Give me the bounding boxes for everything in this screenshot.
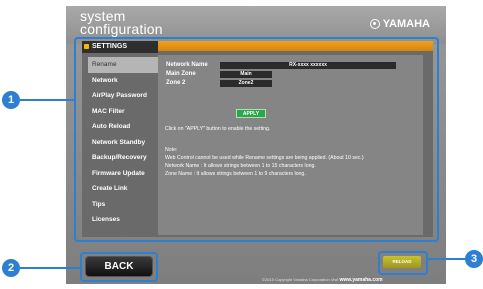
callout-box-reload (378, 251, 428, 275)
yamaha-tuning-fork-icon (369, 19, 380, 29)
callout-box-settings (74, 37, 439, 242)
callout-marker-2: 2 (2, 259, 20, 277)
callout-marker-3: 3 (465, 250, 483, 268)
callout-box-back (80, 252, 158, 282)
copyright-notice: ©2015 Copyright Yamaha Corporation Visit (262, 277, 339, 282)
callout-marker-1: 1 (2, 91, 20, 109)
callout-leader-1 (20, 99, 76, 101)
callout-leader-3 (426, 258, 466, 260)
website-link[interactable]: www.yamaha.com (339, 277, 382, 283)
app-title: system configuration (80, 9, 163, 37)
callout-leader-2 (20, 267, 82, 269)
brand-logo: YAMAHA (369, 18, 430, 30)
brand-name: YAMAHA (382, 18, 430, 30)
app-title-line2: configuration (80, 21, 163, 37)
copyright-text: ©2015 Copyright Yamaha Corporation Visit… (262, 277, 383, 283)
